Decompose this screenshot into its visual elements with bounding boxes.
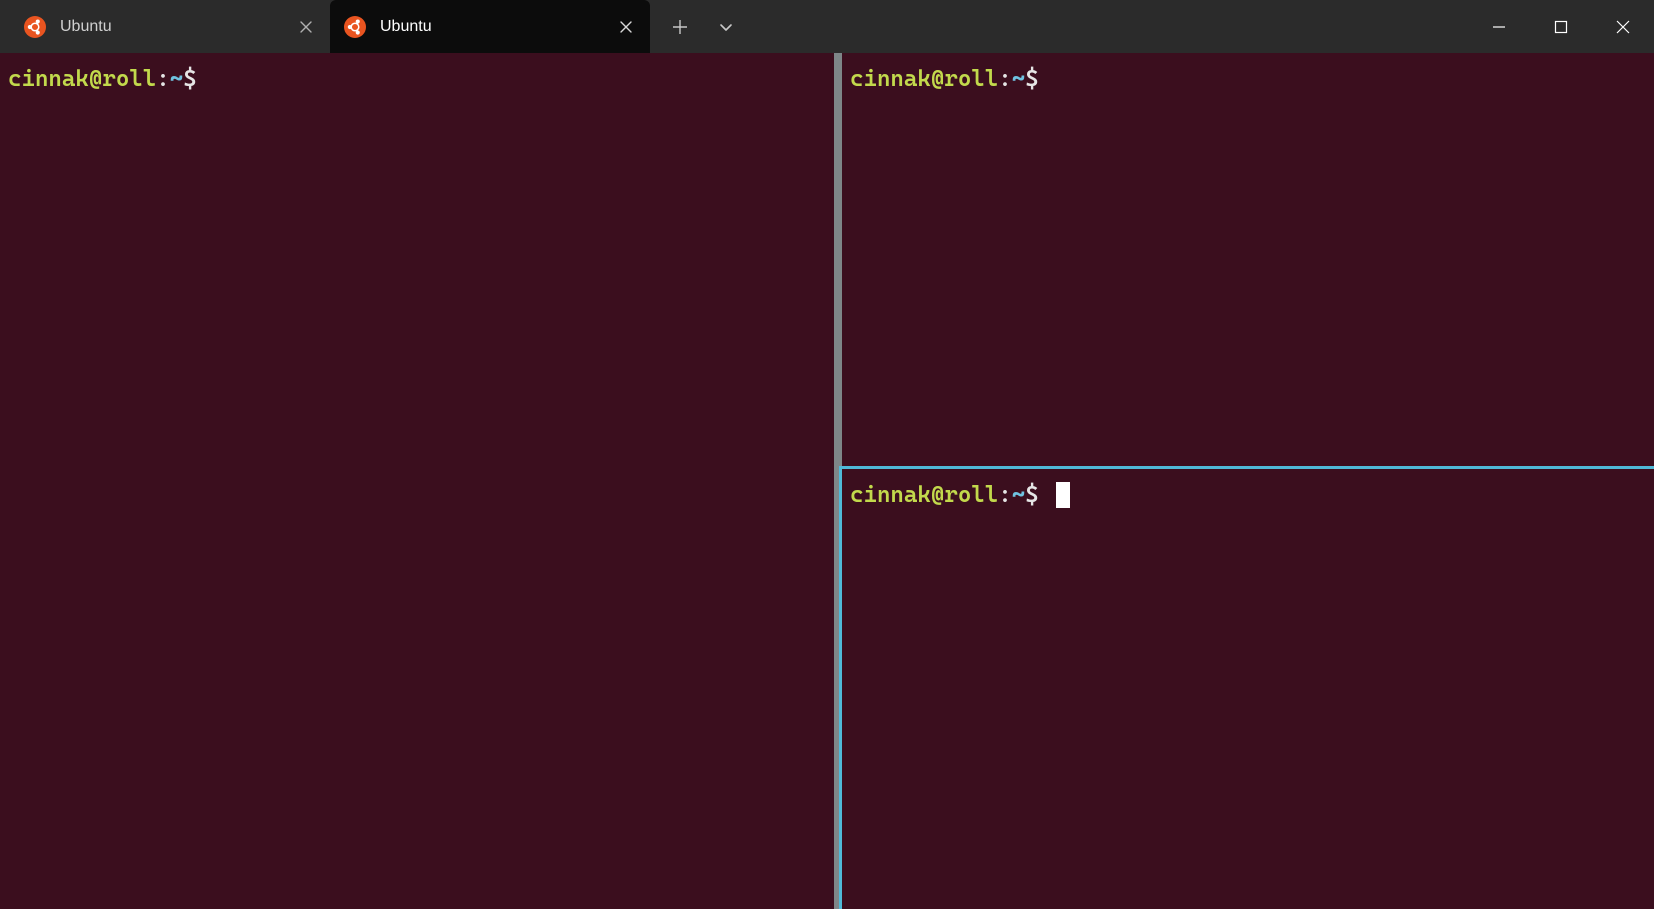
window-controls xyxy=(1468,0,1654,53)
prompt-colon: : xyxy=(998,482,1011,508)
prompt-path: ~ xyxy=(1012,66,1025,92)
minimize-button[interactable] xyxy=(1468,0,1530,53)
prompt-colon: : xyxy=(156,66,169,92)
ubuntu-icon xyxy=(24,16,46,38)
tab-actions xyxy=(650,0,746,53)
close-tab-button[interactable] xyxy=(296,17,316,37)
prompt-user-host: cinnak@roll xyxy=(850,66,998,92)
tab-title: Ubuntu xyxy=(380,18,602,36)
prompt: cinnak@roll:~$ xyxy=(842,469,1654,523)
prompt-path: ~ xyxy=(170,66,183,92)
close-tab-button[interactable] xyxy=(616,17,636,37)
terminal-pane-right-bottom[interactable]: cinnak@roll:~$ xyxy=(839,466,1654,909)
prompt-symbol: $ xyxy=(1025,482,1038,508)
prompt-colon: : xyxy=(998,66,1011,92)
prompt: cinnak@roll:~$ xyxy=(0,53,834,107)
prompt: cinnak@roll:~$ xyxy=(842,53,1654,107)
tab-strip: Ubuntu Ubuntu xyxy=(10,0,746,53)
prompt-user-host: cinnak@roll xyxy=(8,66,156,92)
titlebar: Ubuntu Ubuntu xyxy=(0,0,1654,53)
terminal-pane-left[interactable]: cinnak@roll:~$ xyxy=(0,53,834,909)
maximize-button[interactable] xyxy=(1530,0,1592,53)
tab-ubuntu-1[interactable]: Ubuntu xyxy=(10,0,330,53)
prompt-user-host: cinnak@roll xyxy=(850,482,998,508)
new-tab-button[interactable] xyxy=(660,7,700,47)
close-window-button[interactable] xyxy=(1592,0,1654,53)
prompt-symbol: $ xyxy=(183,66,196,92)
terminal-panes: cinnak@roll:~$ cinnak@roll:~$ cinnak@rol… xyxy=(0,53,1654,909)
tab-title: Ubuntu xyxy=(60,18,282,36)
ubuntu-icon xyxy=(344,16,366,38)
prompt-symbol: $ xyxy=(1025,66,1038,92)
terminal-pane-right-top[interactable]: cinnak@roll:~$ xyxy=(842,53,1654,466)
prompt-path: ~ xyxy=(1012,482,1025,508)
cursor-block xyxy=(1056,482,1070,508)
tab-ubuntu-2[interactable]: Ubuntu xyxy=(330,0,650,53)
right-column: cinnak@roll:~$ cinnak@roll:~$ xyxy=(842,53,1654,909)
tab-dropdown-button[interactable] xyxy=(706,7,746,47)
